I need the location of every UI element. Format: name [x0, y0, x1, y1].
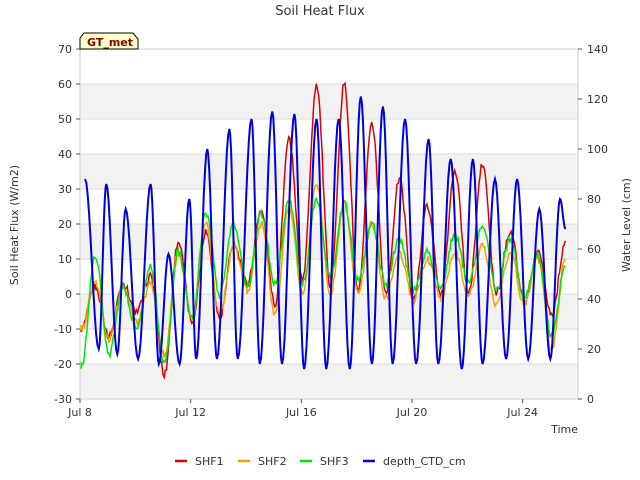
y-tick-label: 60 [58, 78, 72, 91]
station-badge: GT_met [79, 32, 139, 50]
y-tick-label: -20 [54, 358, 72, 371]
legend: SHF1 SHF2 SHF3 depth_CTD_cm [175, 455, 466, 468]
y-tick-label: -10 [54, 323, 72, 336]
chart-title: Soil Heat Flux [275, 4, 365, 19]
plot-band [80, 49, 578, 84]
x-tick-label: Jul 12 [174, 406, 206, 419]
x-axis-ticks: Jul 8 Jul 12 Jul 16 Jul 20 Jul 24 [67, 399, 538, 419]
y2-tick-label: 20 [587, 343, 601, 356]
plot-band [80, 119, 578, 154]
legend-label: SHF3 [320, 455, 349, 468]
x-tick-label: Jul 8 [67, 406, 92, 419]
y-tick-label: -30 [54, 393, 72, 406]
y2-axis-title: Water Level (cm) [620, 178, 633, 272]
x-axis-title: Time [550, 423, 578, 436]
soil-heat-flux-chart: -30 -20 -10 0 10 20 30 40 50 60 70 0 20 40 60 80 100 120… [8, 4, 633, 468]
y2-axis-ticks: 0 20 40 60 80 100 120 140 [578, 43, 608, 406]
y-axis-title: Soil Heat Flux (W/m2) [8, 165, 21, 285]
y2-tick-label: 120 [587, 93, 608, 106]
plot-band [80, 84, 578, 119]
y-tick-label: 30 [58, 183, 72, 196]
y-tick-label: 70 [58, 43, 72, 56]
plot-band [80, 154, 578, 189]
y-tick-label: 10 [58, 253, 72, 266]
y-tick-label: 20 [58, 218, 72, 231]
legend-label: SHF2 [258, 455, 287, 468]
plot-band [80, 189, 578, 224]
legend-label: SHF1 [195, 455, 224, 468]
y2-tick-label: 80 [587, 193, 601, 206]
x-tick-label: Jul 20 [396, 406, 428, 419]
x-tick-label: Jul 24 [506, 406, 538, 419]
y-tick-label: 40 [58, 148, 72, 161]
y2-tick-label: 140 [587, 43, 608, 56]
y-tick-label: 50 [58, 113, 72, 126]
y-axis-ticks: -30 -20 -10 0 10 20 30 40 50 60 70 [54, 43, 80, 406]
y2-tick-label: 60 [587, 243, 601, 256]
x-tick-label: Jul 16 [285, 406, 317, 419]
y2-tick-label: 100 [587, 143, 608, 156]
badge-label: GT_met [87, 36, 133, 49]
y2-tick-label: 0 [587, 393, 594, 406]
legend-label: depth_CTD_cm [383, 455, 466, 468]
y-tick-label: 0 [65, 288, 72, 301]
plot-band [80, 364, 578, 399]
y2-tick-label: 40 [587, 293, 601, 306]
